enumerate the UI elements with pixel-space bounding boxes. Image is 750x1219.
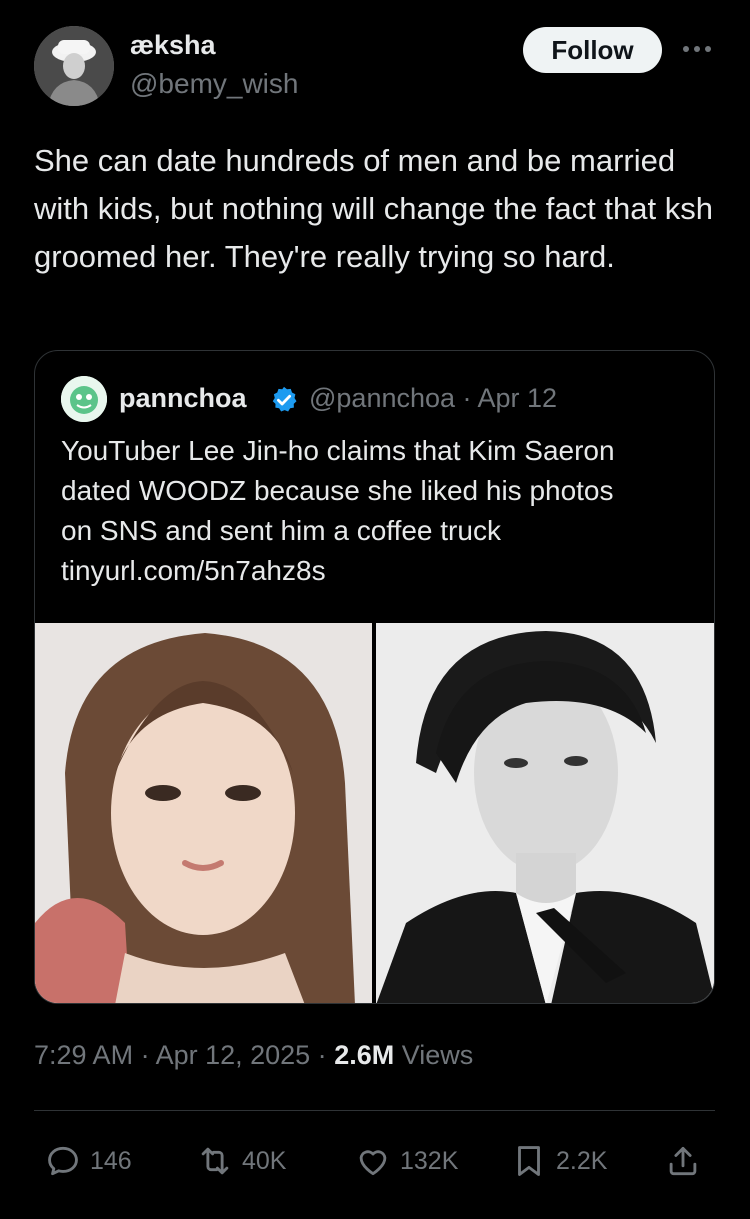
author-display-name[interactable]: æksha xyxy=(130,30,216,61)
quoted-media[interactable] xyxy=(35,623,714,1003)
views-count: 2.6M xyxy=(334,1040,395,1070)
views-label: Views xyxy=(394,1040,474,1070)
reply-icon xyxy=(48,1146,78,1176)
bookmark-count: 2.2K xyxy=(556,1146,608,1175)
verified-badge-icon xyxy=(269,385,299,415)
divider xyxy=(34,1110,715,1111)
author-handle[interactable]: @bemy_wish xyxy=(130,68,298,100)
quoted-tweet-card[interactable]: pannchoa @pannchoa · Apr 12 YouTuber Lee… xyxy=(34,350,715,1004)
follow-button[interactable]: Follow xyxy=(523,27,662,73)
quoted-handle-date[interactable]: @pannchoa · Apr 12 xyxy=(309,383,557,414)
tweet-text: She can date hundreds of men and be marr… xyxy=(34,143,713,274)
heart-icon xyxy=(359,1150,387,1176)
quoted-text-line: YouTuber Lee Jin-ho claims that Kim Saer… xyxy=(61,435,615,466)
share-button[interactable] xyxy=(664,1140,702,1182)
tweet-time-date[interactable]: 7:29 AM · Apr 12, 2025 · xyxy=(34,1040,334,1070)
quoted-tweet-text: YouTuber Lee Jin-ho claims that Kim Saer… xyxy=(61,431,691,591)
tweet-meta: 7:29 AM · Apr 12, 2025 · 2.6M Views xyxy=(34,1040,473,1071)
quoted-text-line: on SNS and sent him a coffee truck xyxy=(61,515,501,546)
bookmark-button[interactable]: 2.2K xyxy=(510,1140,607,1182)
repost-icon xyxy=(201,1147,229,1175)
share-icon xyxy=(669,1146,697,1176)
bookmark-icon xyxy=(518,1146,540,1176)
reply-count: 146 xyxy=(90,1146,132,1175)
reply-button[interactable]: 146 xyxy=(44,1140,132,1182)
like-button[interactable]: 132K xyxy=(354,1140,458,1182)
like-count: 132K xyxy=(400,1146,459,1175)
repost-count: 40K xyxy=(242,1146,287,1175)
media-photo-right[interactable] xyxy=(376,623,714,1003)
media-photo-left[interactable] xyxy=(35,623,372,1003)
repost-button[interactable]: 40K xyxy=(196,1140,286,1182)
quoted-author-avatar[interactable] xyxy=(61,376,107,422)
more-horizontal-icon[interactable] xyxy=(680,34,714,64)
quoted-author-name[interactable]: pannchoa xyxy=(119,383,247,414)
quoted-text-line: dated WOODZ because she liked his photos xyxy=(61,475,614,506)
quoted-link[interactable]: tinyurl.com/5n7ahz8s xyxy=(61,551,691,591)
author-avatar[interactable] xyxy=(34,26,114,106)
